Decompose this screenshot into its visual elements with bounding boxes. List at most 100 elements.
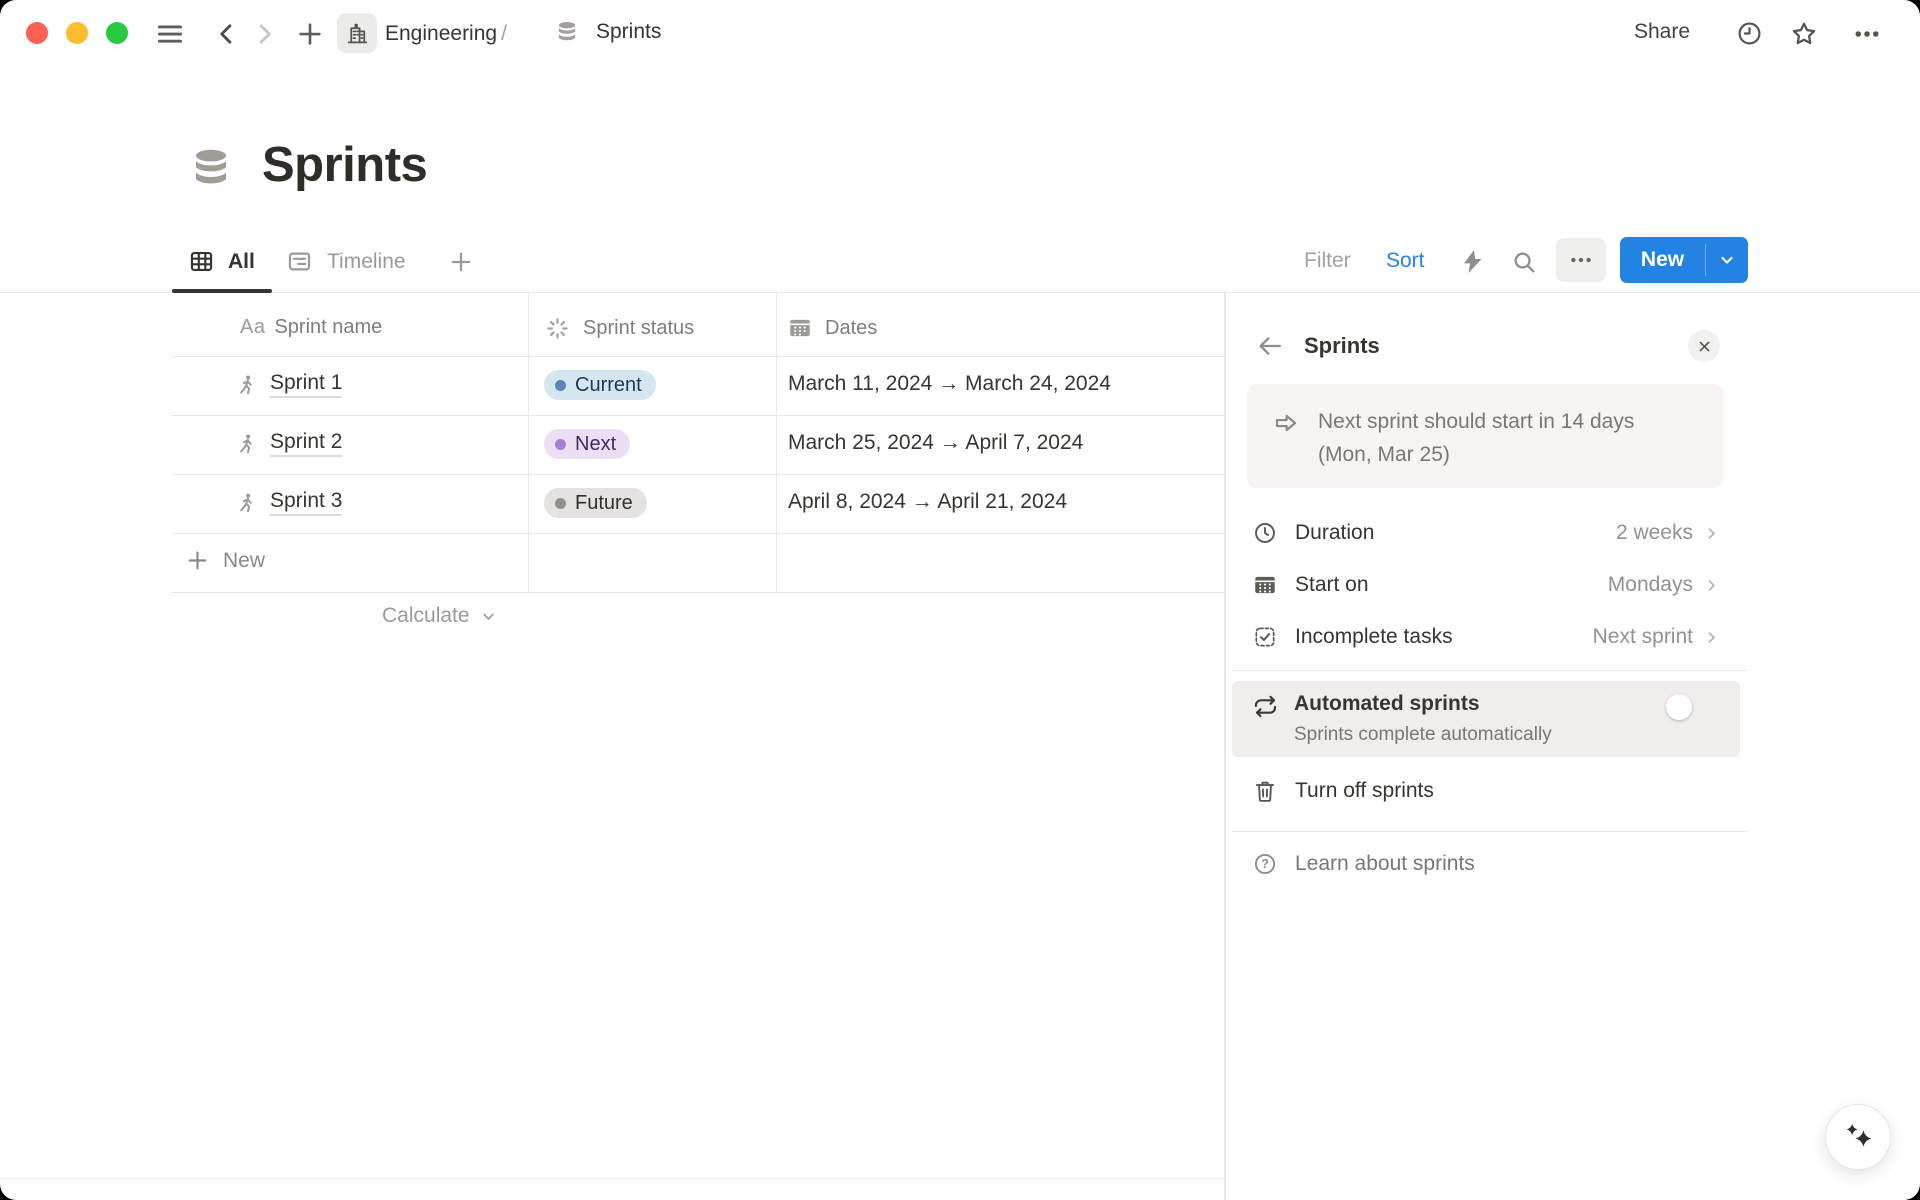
- panel-back-button[interactable]: [1256, 332, 1284, 360]
- calculate-label: Calculate: [382, 604, 470, 628]
- sparkle-icon: [1840, 1119, 1876, 1155]
- sort-button[interactable]: Sort: [1386, 249, 1425, 273]
- content-bottom-divider: [0, 1178, 1224, 1179]
- column-header-sprint-name[interactable]: Aa Sprint name: [240, 316, 382, 339]
- nav-forward-button[interactable]: [250, 20, 278, 48]
- setting-start-on[interactable]: Start on Mondays: [1232, 559, 1747, 611]
- status-pill[interactable]: Next: [544, 429, 630, 459]
- table-row[interactable]: Sprint 2 Next March 25, 2024 → April 7, …: [172, 415, 1224, 474]
- dates-cell[interactable]: April 8, 2024 → April 21, 2024: [788, 490, 1067, 514]
- status-pill[interactable]: Future: [544, 488, 647, 518]
- calculate-button[interactable]: Calculate: [382, 604, 498, 628]
- turn-off-sprints-button[interactable]: Turn off sprints: [1232, 758, 1747, 824]
- hamburger-icon: [155, 19, 185, 49]
- page-icon[interactable]: [187, 144, 235, 196]
- chevron-right-icon: [250, 20, 278, 48]
- clock-icon: [1252, 520, 1278, 546]
- setting-value: 2 weeks: [1616, 521, 1693, 545]
- nav-back-button[interactable]: [213, 20, 241, 48]
- page-title[interactable]: Sprints: [262, 137, 427, 193]
- chevron-left-icon: [213, 20, 241, 48]
- learn-about-sprints-link[interactable]: ? Learn about sprints: [1232, 838, 1747, 890]
- tab-timeline[interactable]: Timeline: [286, 248, 406, 275]
- lightning-icon: [1458, 247, 1487, 276]
- ellipsis-icon: [1568, 247, 1594, 273]
- status-pill[interactable]: Current: [544, 370, 656, 400]
- updates-button[interactable]: [1735, 19, 1764, 48]
- row-title-link[interactable]: Sprint 1: [270, 371, 342, 398]
- table-view-icon: [188, 248, 215, 275]
- breadcrumb: Engineering /: [385, 20, 511, 48]
- close-window-button[interactable]: [26, 22, 48, 44]
- plus-icon: [295, 19, 325, 49]
- automations-button[interactable]: [1458, 247, 1487, 276]
- setting-label: Duration: [1295, 521, 1374, 545]
- new-record-button[interactable]: New: [1620, 237, 1748, 283]
- banner-text: Next sprint should start in 14 days (Mon…: [1318, 405, 1703, 471]
- share-button[interactable]: Share: [1634, 20, 1690, 44]
- favorite-button[interactable]: [1789, 19, 1819, 49]
- new-button-dropdown[interactable]: [1706, 237, 1748, 283]
- setting-label: Incomplete tasks: [1295, 625, 1453, 649]
- column-header-dates[interactable]: Dates: [787, 315, 877, 341]
- breadcrumb-separator: /: [501, 22, 507, 46]
- setting-incomplete-tasks[interactable]: Incomplete tasks Next sprint: [1232, 611, 1747, 663]
- question-circle-icon: ?: [1252, 851, 1278, 877]
- calendar-icon: [1252, 572, 1278, 598]
- add-row-button[interactable]: New: [184, 547, 265, 574]
- database-icon: [187, 144, 235, 196]
- chevron-right-icon: [1702, 628, 1721, 647]
- dates-cell[interactable]: March 25, 2024 → April 7, 2024: [788, 431, 1083, 455]
- tab-all[interactable]: All: [188, 248, 255, 275]
- zoom-window-button[interactable]: [106, 22, 128, 44]
- arrow-left-icon: [1256, 332, 1284, 360]
- column-label: Sprint name: [274, 316, 382, 339]
- filter-button[interactable]: Filter: [1304, 249, 1351, 273]
- banner-line-1: Next sprint should start in 14 days: [1318, 405, 1703, 438]
- column-label: Sprint status: [583, 317, 694, 340]
- workspace-icon-box[interactable]: [337, 13, 377, 53]
- close-icon: [1697, 339, 1712, 354]
- dates-cell[interactable]: March 11, 2024 → March 24, 2024: [788, 372, 1111, 396]
- setting-value: Mondays: [1608, 573, 1693, 597]
- turn-off-sprints-label: Turn off sprints: [1295, 779, 1434, 803]
- setting-duration[interactable]: Duration 2 weeks: [1232, 507, 1747, 559]
- viewbar-divider: [0, 292, 1920, 293]
- app-window: Engineering / Sprints Share Sprints All: [0, 0, 1920, 1200]
- ai-assistant-button[interactable]: [1825, 1104, 1891, 1170]
- row-title-link[interactable]: Sprint 3: [270, 489, 342, 516]
- plus-icon: [447, 248, 475, 276]
- automated-sprints-row[interactable]: Automated sprints Sprints complete autom…: [1232, 681, 1740, 757]
- status-label: Current: [575, 374, 642, 397]
- row-title-link[interactable]: Sprint 2: [270, 430, 342, 457]
- sidebar-menu-button[interactable]: [155, 19, 185, 49]
- search-button[interactable]: [1510, 248, 1538, 276]
- breadcrumb-page[interactable]: Sprints: [596, 20, 661, 44]
- new-button-label[interactable]: New: [1620, 237, 1705, 283]
- minimize-window-button[interactable]: [66, 22, 88, 44]
- panel-section-divider: [1232, 670, 1747, 671]
- table-row[interactable]: Sprint 1 Current March 11, 2024 → March …: [172, 356, 1224, 415]
- table-row[interactable]: Sprint 3 Future April 8, 2024 → April 21…: [172, 474, 1224, 533]
- panel-close-button[interactable]: [1688, 330, 1720, 362]
- panel-title: Sprints: [1304, 333, 1380, 359]
- new-page-button[interactable]: [295, 19, 325, 49]
- add-row-label: New: [223, 549, 265, 573]
- breadcrumb-workspace[interactable]: Engineering: [385, 22, 497, 46]
- chevron-down-icon: [479, 607, 498, 626]
- sprint-icon: [235, 373, 260, 398]
- add-view-button[interactable]: [447, 248, 475, 276]
- chevron-down-icon: [1717, 250, 1737, 270]
- window-controls: [26, 22, 128, 44]
- sprint-banner: Next sprint should start in 14 days (Mon…: [1247, 384, 1724, 488]
- status-label: Next: [575, 433, 616, 456]
- setting-value: Next sprint: [1593, 625, 1693, 649]
- panel-divider[interactable]: [1224, 293, 1226, 1200]
- status-label: Future: [575, 492, 633, 515]
- column-header-sprint-status[interactable]: Sprint status: [545, 316, 694, 341]
- more-options-button[interactable]: [1852, 19, 1882, 49]
- view-options-button[interactable]: [1556, 238, 1606, 282]
- toggle-knob: [1666, 694, 1692, 720]
- sprint-icon: [235, 432, 260, 457]
- svg-text:?: ?: [1261, 857, 1269, 871]
